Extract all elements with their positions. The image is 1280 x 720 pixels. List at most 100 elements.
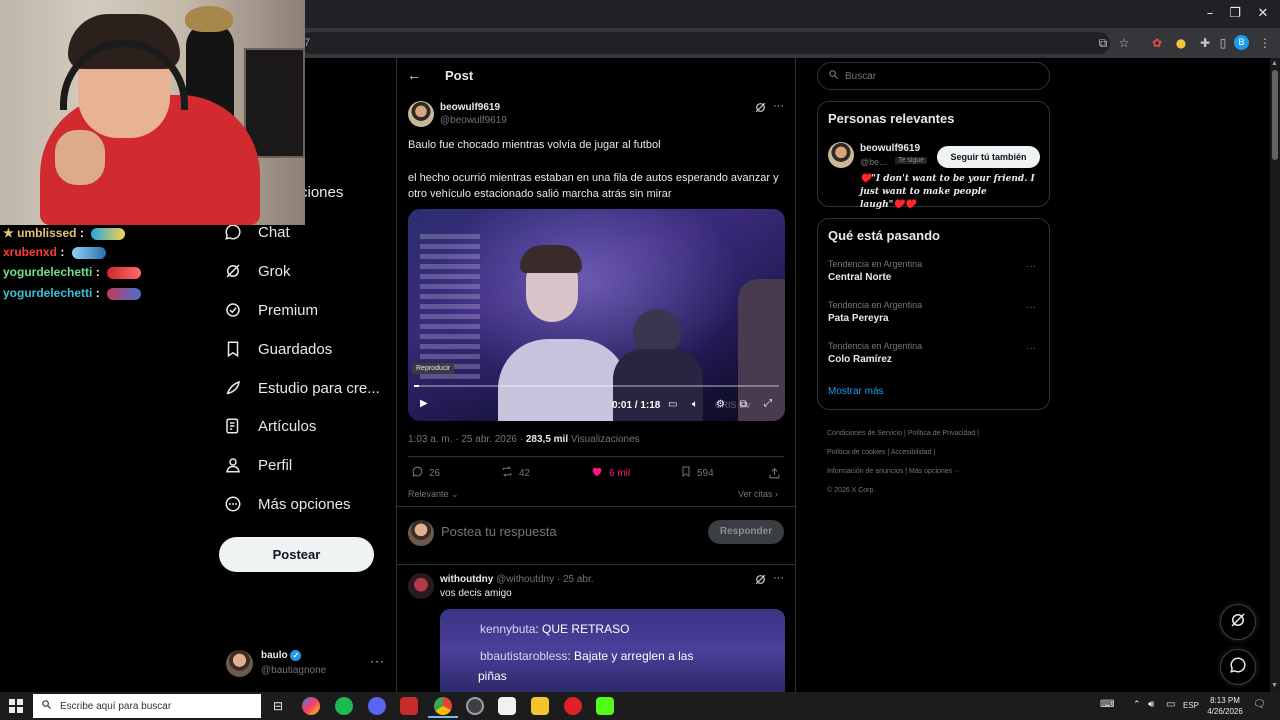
sidebar-item-bookmarks[interactable]: Guardados [222, 332, 332, 366]
footer-link[interactable]: Información de anuncios [827, 468, 903, 475]
notifications-icon[interactable]: 🗨︎ [1253, 699, 1266, 710]
bookmark-stat[interactable]: 594 [680, 465, 714, 481]
sidebar-item-articles[interactable]: Artículos [222, 409, 316, 443]
reply-button[interactable]: Responder [708, 520, 784, 544]
video-editor-icon[interactable] [400, 697, 418, 715]
reply-author-handle[interactable]: @withoutdny [496, 574, 554, 585]
messages-floating-button[interactable] [1220, 649, 1256, 685]
clock[interactable]: 8:13 PM 4/26/2026 [1204, 695, 1246, 717]
browser-profile-avatar[interactable]: B [1234, 35, 1249, 50]
language-indicator[interactable]: ESP [1183, 701, 1199, 710]
settings-gear-icon[interactable]: ⚙ [716, 399, 725, 410]
copilot-icon[interactable] [302, 697, 320, 715]
author-handle[interactable]: @beowulf9619 [440, 115, 507, 126]
restore-icon[interactable]: ❐ [1220, 4, 1250, 24]
chrome-icon[interactable] [434, 697, 452, 715]
reply-author-name[interactable]: withoutdny [440, 574, 493, 585]
address-bar[interactable]: 7 [300, 32, 1110, 54]
trend-more-icon[interactable]: ··· [1026, 261, 1036, 272]
show-more-link[interactable]: Mostrar más [828, 386, 884, 397]
trend-more-icon[interactable]: ··· [1026, 302, 1036, 313]
person-avatar[interactable] [828, 142, 854, 168]
scrollbar-thumb[interactable] [1272, 70, 1278, 160]
scroll-down-icon[interactable]: ▼ [1271, 682, 1278, 689]
author-name[interactable]: beowulf9619 [440, 102, 500, 113]
trend-item[interactable]: Tendencia en Argentina Pata Pereyra ··· [818, 296, 1049, 336]
sidebar-item-partial[interactable]: ciones [300, 184, 343, 201]
volume-icon[interactable]: 🔊︎ [1148, 699, 1154, 710]
sidebar-item-label: Grok [258, 262, 291, 280]
windows-start-icon[interactable] [9, 699, 23, 718]
follow-button[interactable]: Seguir tú también [937, 146, 1040, 168]
share-icon[interactable] [768, 465, 781, 481]
post-more-icon[interactable]: ··· [773, 100, 784, 112]
search-input[interactable]: Buscar [817, 62, 1050, 90]
pip-icon[interactable]: ⧉ [740, 399, 747, 410]
view-quotes-link[interactable]: Ver citas › [738, 489, 778, 499]
sort-replies-dropdown[interactable]: Relevante ⌄ [408, 489, 459, 500]
play-icon[interactable]: ▶ [420, 398, 428, 409]
opera-icon[interactable] [564, 697, 582, 715]
scroll-up-icon[interactable]: ▲ [1271, 60, 1278, 67]
tray-expand-icon[interactable]: ⌃ [1133, 699, 1141, 710]
browser-menu-icon[interactable]: ⋮ [1256, 34, 1274, 52]
footer-link[interactable]: Condiciones de Servicio [827, 430, 902, 437]
footer-link[interactable]: Más opciones ··· [909, 468, 961, 475]
captions-icon[interactable]: ▭ [668, 399, 677, 410]
extension-color-icon[interactable]: ● [1172, 34, 1190, 52]
extensions-puzzle-icon[interactable]: ✚ [1196, 34, 1214, 52]
emote-icon [91, 227, 126, 240]
close-window-icon[interactable]: ✕ [1248, 4, 1278, 24]
trend-item[interactable]: Tendencia en Argentina Central Norte ··· [818, 255, 1049, 295]
person-handle[interactable]: @be... [860, 157, 887, 167]
task-view-icon[interactable]: ⊟ [269, 697, 287, 715]
discord-icon[interactable] [368, 697, 386, 715]
back-arrow-icon[interactable]: ← [407, 67, 421, 83]
image-chat-line: piñas [478, 669, 507, 683]
kick-icon[interactable] [596, 697, 614, 715]
post-timestamp[interactable]: 1:03 a. m. · 25 abr. 2026 · [408, 434, 523, 445]
account-switcher[interactable]: baulo ✓ @bautiagnone ··· [226, 648, 386, 682]
grok-explain-icon[interactable] [754, 101, 767, 119]
capcut-icon[interactable] [498, 697, 516, 715]
like-stat[interactable]: 6 mil [590, 465, 630, 481]
chat-separator: : [95, 286, 100, 300]
footer-link[interactable]: Política de Privacidad [908, 430, 975, 437]
grok-floating-button[interactable] [1220, 604, 1256, 640]
bookmark-star-icon[interactable]: ☆ [1115, 34, 1133, 52]
sidebar-item-studio[interactable]: Estudio para cre... [222, 371, 380, 405]
mute-icon[interactable]: 🔈︎ [692, 399, 698, 410]
trend-item[interactable]: Tendencia en Argentina Colo Ramírez ··· [818, 337, 1049, 377]
sidebar-item-profile[interactable]: Perfil [222, 448, 292, 482]
video-progress-track[interactable] [414, 385, 779, 387]
taskbar-search[interactable]: Escribe aquí para buscar [33, 694, 261, 718]
footer-link[interactable]: Política de cookies [827, 449, 885, 456]
reply-avatar[interactable] [408, 573, 434, 599]
network-icon[interactable]: ▭ [1166, 699, 1175, 710]
file-explorer-icon[interactable] [531, 697, 549, 715]
extension-icon[interactable]: ✿ [1148, 34, 1166, 52]
spotify-icon[interactable] [335, 697, 353, 715]
reply-date[interactable]: · 25 abr. [557, 574, 594, 585]
trend-more-icon[interactable]: ··· [1026, 343, 1036, 354]
install-app-icon[interactable]: ⧉ [1094, 34, 1112, 52]
footer-link[interactable]: Accesibilidad [891, 449, 932, 456]
grok-explain-icon[interactable] [754, 573, 767, 591]
obs-icon[interactable] [466, 697, 484, 715]
reply-more-icon[interactable]: ··· [773, 572, 784, 584]
author-avatar[interactable] [408, 101, 434, 127]
reply-input[interactable]: Postea tu respuesta [441, 524, 557, 539]
post-button[interactable]: Postear [219, 537, 374, 572]
sidebar-item-premium[interactable]: Premium [222, 293, 318, 327]
more-dots-icon[interactable]: ··· [370, 654, 385, 668]
sidebar-item-more[interactable]: Más opciones [222, 487, 351, 521]
video-player[interactable]: Reproducir ▶ 0:01 / 1:18 ▭ 🔈︎ CRIS Liv ⚙… [408, 209, 785, 421]
person-name[interactable]: beowulf9619 [860, 143, 920, 154]
sidebar-item-grok[interactable]: Grok [222, 254, 291, 288]
sidebar-toggle-icon[interactable]: ▯ [1214, 34, 1232, 52]
keyboard-icon[interactable]: ⌨ [1100, 699, 1114, 710]
reply-stat[interactable]: 26 [411, 465, 440, 481]
repost-stat[interactable]: 42 [500, 465, 530, 481]
reply-image[interactable]: kennybuta: QUE RETRASO bbautistarobless:… [440, 609, 785, 692]
fullscreen-icon[interactable]: ⤢ [764, 398, 772, 409]
